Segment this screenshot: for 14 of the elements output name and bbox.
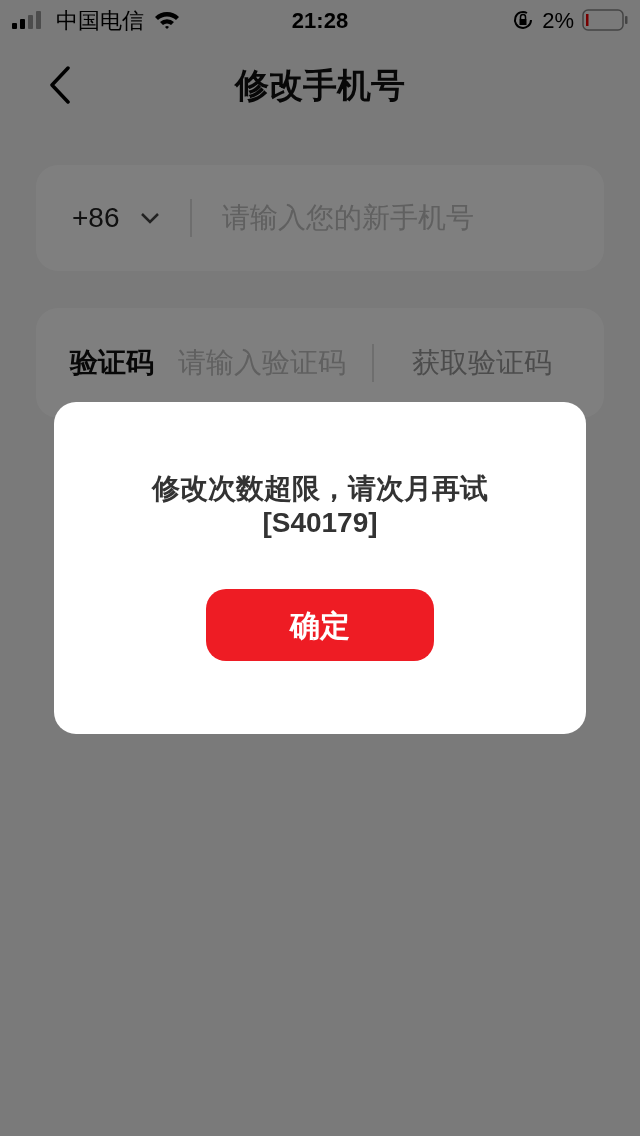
back-icon: [49, 66, 71, 104]
wifi-icon: [154, 10, 180, 30]
status-time: 21:28: [291, 7, 349, 33]
code-label: 验证码: [70, 346, 154, 380]
error-code: [S40179]: [262, 506, 378, 540]
dialog-message: 修改次数超限，请次月再试: [152, 472, 488, 506]
carrier-name: 中国电信: [56, 6, 144, 35]
confirm-button[interactable]: 确定: [206, 589, 434, 661]
battery-percent: 2%: [542, 6, 574, 35]
page-title: 修改手机号: [235, 65, 405, 104]
country-code-selector[interactable]: +86: [72, 197, 160, 239]
rotation-lock-icon: [512, 9, 535, 31]
battery-icon: [582, 9, 628, 31]
chevron-down-icon: [139, 212, 160, 224]
